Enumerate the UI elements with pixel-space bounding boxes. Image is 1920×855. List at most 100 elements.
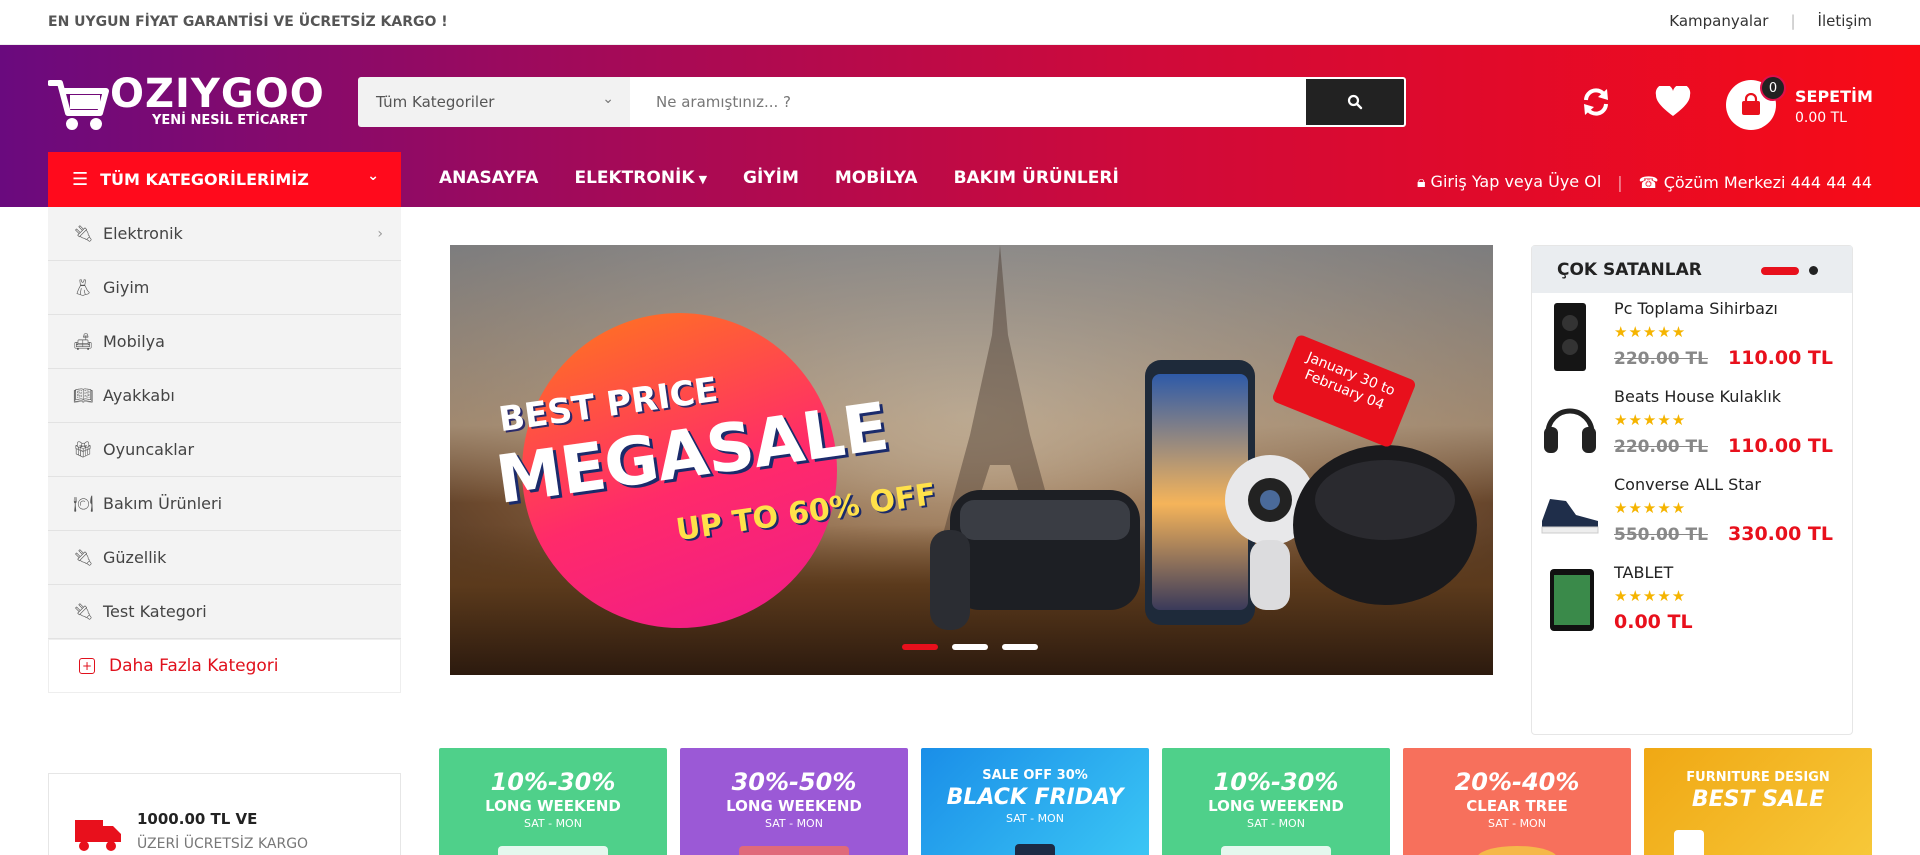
nav-item-electronics[interactable]: ELEKTRONİK ▼ bbox=[574, 168, 707, 188]
sidebar-item-furniture[interactable]: 🛋︎ Mobilya bbox=[48, 315, 401, 369]
tile-product-image bbox=[1221, 846, 1331, 855]
promo-tile[interactable]: 10%-30% LONG WEEKEND SAT - MON bbox=[439, 748, 667, 855]
all-categories-toggle[interactable]: ☰ TÜM KATEGORİLERİMİZ ⌄ bbox=[48, 152, 401, 207]
plus-icon: + bbox=[79, 658, 95, 674]
promo-tile[interactable]: FURNITURE DESIGN BEST SALE bbox=[1644, 748, 1872, 855]
campaigns-link[interactable]: Kampanyalar bbox=[1669, 12, 1768, 30]
promo-tiles: 10%-30% LONG WEEKEND SAT - MON 30%-50% L… bbox=[439, 748, 1872, 855]
search-icon bbox=[1347, 94, 1363, 110]
sidebar-item-electronics[interactable]: 🔌︎ Elektronik › bbox=[48, 207, 401, 261]
sidebar-item-label: Test Kategori bbox=[103, 602, 207, 621]
nav-item-clothing[interactable]: GİYİM bbox=[743, 168, 799, 188]
pagination-dot-2[interactable] bbox=[1809, 266, 1818, 275]
more-categories-label: Daha Fazla Kategori bbox=[109, 656, 279, 676]
cart-summary[interactable]: SEPETİM 0.00 TL bbox=[1795, 87, 1873, 126]
tile-subtitle: LONG WEEKEND bbox=[485, 797, 621, 815]
best-sellers-title: ÇOK SATANLAR bbox=[1557, 259, 1702, 280]
tile-headline: BEST SALE bbox=[1691, 787, 1825, 812]
category-select[interactable]: Tüm Kategoriler ⌄ bbox=[358, 77, 630, 127]
best-sellers-panel: ÇOK SATANLAR Pc Toplama Sihirbazı ★★★★★ … bbox=[1531, 245, 1853, 735]
account-separator: | bbox=[1617, 172, 1623, 192]
cart-logo-icon bbox=[48, 80, 109, 130]
header: OZIYGOO YENİ NESİL ETİCARET Tüm Kategori… bbox=[0, 45, 1920, 207]
chevron-right-icon: › bbox=[377, 225, 383, 242]
product-item[interactable]: TABLET ★★★★★ 0.00 TL bbox=[1532, 557, 1852, 645]
heart-icon bbox=[1655, 86, 1691, 116]
pagination-dot-1[interactable] bbox=[1761, 266, 1799, 275]
nav-item-label: ELEKTRONİK bbox=[574, 168, 695, 188]
tile-caption: SALE OFF 30% bbox=[982, 768, 1088, 783]
sidebar-item-toys[interactable]: 🎁︎ Oyuncaklar bbox=[48, 423, 401, 477]
sidebar-item-clothing[interactable]: 👗︎ Giyim bbox=[48, 261, 401, 315]
tile-headline: BLACK FRIDAY bbox=[946, 785, 1124, 810]
main-nav: ANASAYFA ELEKTRONİK ▼ GİYİM MOBİLYA BAKIM… bbox=[439, 168, 1119, 188]
search-button[interactable] bbox=[1304, 77, 1406, 127]
wishlist-button[interactable] bbox=[1652, 81, 1694, 123]
nav-item-care[interactable]: BAKIM ÜRÜNLERİ bbox=[954, 168, 1119, 188]
search-input[interactable] bbox=[630, 77, 1304, 127]
tile-subtitle: LONG WEEKEND bbox=[1208, 797, 1344, 815]
compare-button[interactable] bbox=[1575, 81, 1617, 123]
pc-case-image bbox=[1554, 303, 1586, 371]
free-shipping-label: ÜZERİ ÜCRETSİZ KARGO bbox=[137, 836, 309, 852]
old-price: 220.00 TL bbox=[1614, 349, 1708, 369]
sidebar-item-label: Oyuncaklar bbox=[103, 440, 195, 459]
support-label: Çözüm Merkezi 444 44 44 bbox=[1663, 172, 1872, 192]
rating-stars: ★★★★★ bbox=[1614, 499, 1687, 517]
charger-image bbox=[1293, 445, 1477, 605]
carousel-dots bbox=[902, 644, 1038, 650]
sidebar-item-label: Bakım Ürünleri bbox=[103, 494, 223, 513]
promo-text: EN UYGUN FİYAT GARANTİSİ VE ÜCRETSİZ KAR… bbox=[48, 14, 448, 30]
caret-down-icon: ▼ bbox=[698, 173, 708, 186]
refresh-icon bbox=[1584, 88, 1608, 116]
promo-tile[interactable]: SALE OFF 30% BLACK FRIDAY SAT - MON bbox=[921, 748, 1149, 855]
product-item[interactable]: Beats House Kulaklık ★★★★★ 220.00 TL 110… bbox=[1532, 381, 1852, 469]
rating-stars: ★★★★★ bbox=[1614, 587, 1687, 605]
brand-tagline: YENİ NESİL ETİCARET bbox=[152, 113, 308, 128]
carousel-dot-1[interactable] bbox=[902, 644, 938, 650]
cart-label: SEPETİM bbox=[1795, 87, 1873, 106]
sale-price: 0.00 TL bbox=[1614, 611, 1693, 633]
tile-headline: 10%-30% bbox=[490, 768, 616, 796]
carousel-dot-3[interactable] bbox=[1002, 644, 1038, 650]
sidebar-item-test[interactable]: 🔌︎ Test Kategori bbox=[48, 585, 401, 639]
promo-tile[interactable]: 20%-40% CLEAR TREE SAT - MON bbox=[1403, 748, 1631, 855]
tile-product-image bbox=[498, 846, 608, 855]
sneaker-image bbox=[1541, 499, 1599, 534]
sidebar-item-care[interactable]: 🍽︎ Bakım Ürünleri bbox=[48, 477, 401, 531]
tile-subtitle: CLEAR TREE bbox=[1466, 797, 1568, 815]
sale-price: 110.00 TL bbox=[1728, 435, 1834, 457]
sofa-icon: 🛋︎ bbox=[73, 332, 94, 351]
carousel-dot-2[interactable] bbox=[952, 644, 988, 650]
tile-product-image bbox=[1015, 844, 1055, 855]
hero-banner[interactable]: BEST PRICE MEGASALE UP TO 60% OFF Januar… bbox=[450, 245, 1493, 675]
old-price: 550.00 TL bbox=[1614, 525, 1708, 545]
category-select-value: Tüm Kategoriler bbox=[376, 93, 495, 111]
promo-tile[interactable]: 30%-50% LONG WEEKEND SAT - MON bbox=[680, 748, 908, 855]
chevron-down-icon: ⌄ bbox=[602, 91, 614, 107]
nav-item-furniture[interactable]: MOBİLYA bbox=[835, 168, 918, 188]
contact-link[interactable]: İletişim bbox=[1818, 12, 1872, 30]
phone-icon: ☎ bbox=[1638, 172, 1659, 192]
login-link[interactable]: 🔒︎ Giriş Yap veya Üye Ol bbox=[1417, 172, 1601, 192]
more-categories-link[interactable]: + Daha Fazla Kategori bbox=[48, 639, 401, 693]
tile-product-image bbox=[739, 846, 849, 855]
dress-icon: 👗︎ bbox=[73, 278, 94, 297]
best-sellers-header: ÇOK SATANLAR bbox=[1532, 246, 1852, 293]
support-link[interactable]: ☎ Çözüm Merkezi 444 44 44 bbox=[1639, 173, 1872, 192]
brand-name: OZIYGOO bbox=[110, 71, 325, 117]
tile-headline: 20%-40% bbox=[1454, 768, 1580, 796]
sidebar-item-beauty[interactable]: 🔌︎ Güzellik bbox=[48, 531, 401, 585]
best-sellers-pagination bbox=[1761, 266, 1818, 275]
nav-item-home[interactable]: ANASAYFA bbox=[439, 168, 538, 188]
site-logo[interactable]: OZIYGOO YENİ NESİL ETİCARET bbox=[48, 71, 324, 137]
sidebar-item-label: Elektronik bbox=[103, 224, 183, 243]
sale-price: 330.00 TL bbox=[1728, 523, 1834, 545]
product-name: TABLET bbox=[1614, 563, 1674, 582]
product-item[interactable]: Converse ALL Star ★★★★★ 550.00 TL 330.00… bbox=[1532, 469, 1852, 557]
promo-tile[interactable]: 10%-30% LONG WEEKEND SAT - MON bbox=[1162, 748, 1390, 855]
tablet-image bbox=[1550, 569, 1594, 631]
headphones-image bbox=[1544, 408, 1596, 453]
product-item[interactable]: Pc Toplama Sihirbazı ★★★★★ 220.00 TL 110… bbox=[1532, 293, 1852, 381]
sidebar-item-shoes[interactable]: 📖︎ Ayakkabı bbox=[48, 369, 401, 423]
